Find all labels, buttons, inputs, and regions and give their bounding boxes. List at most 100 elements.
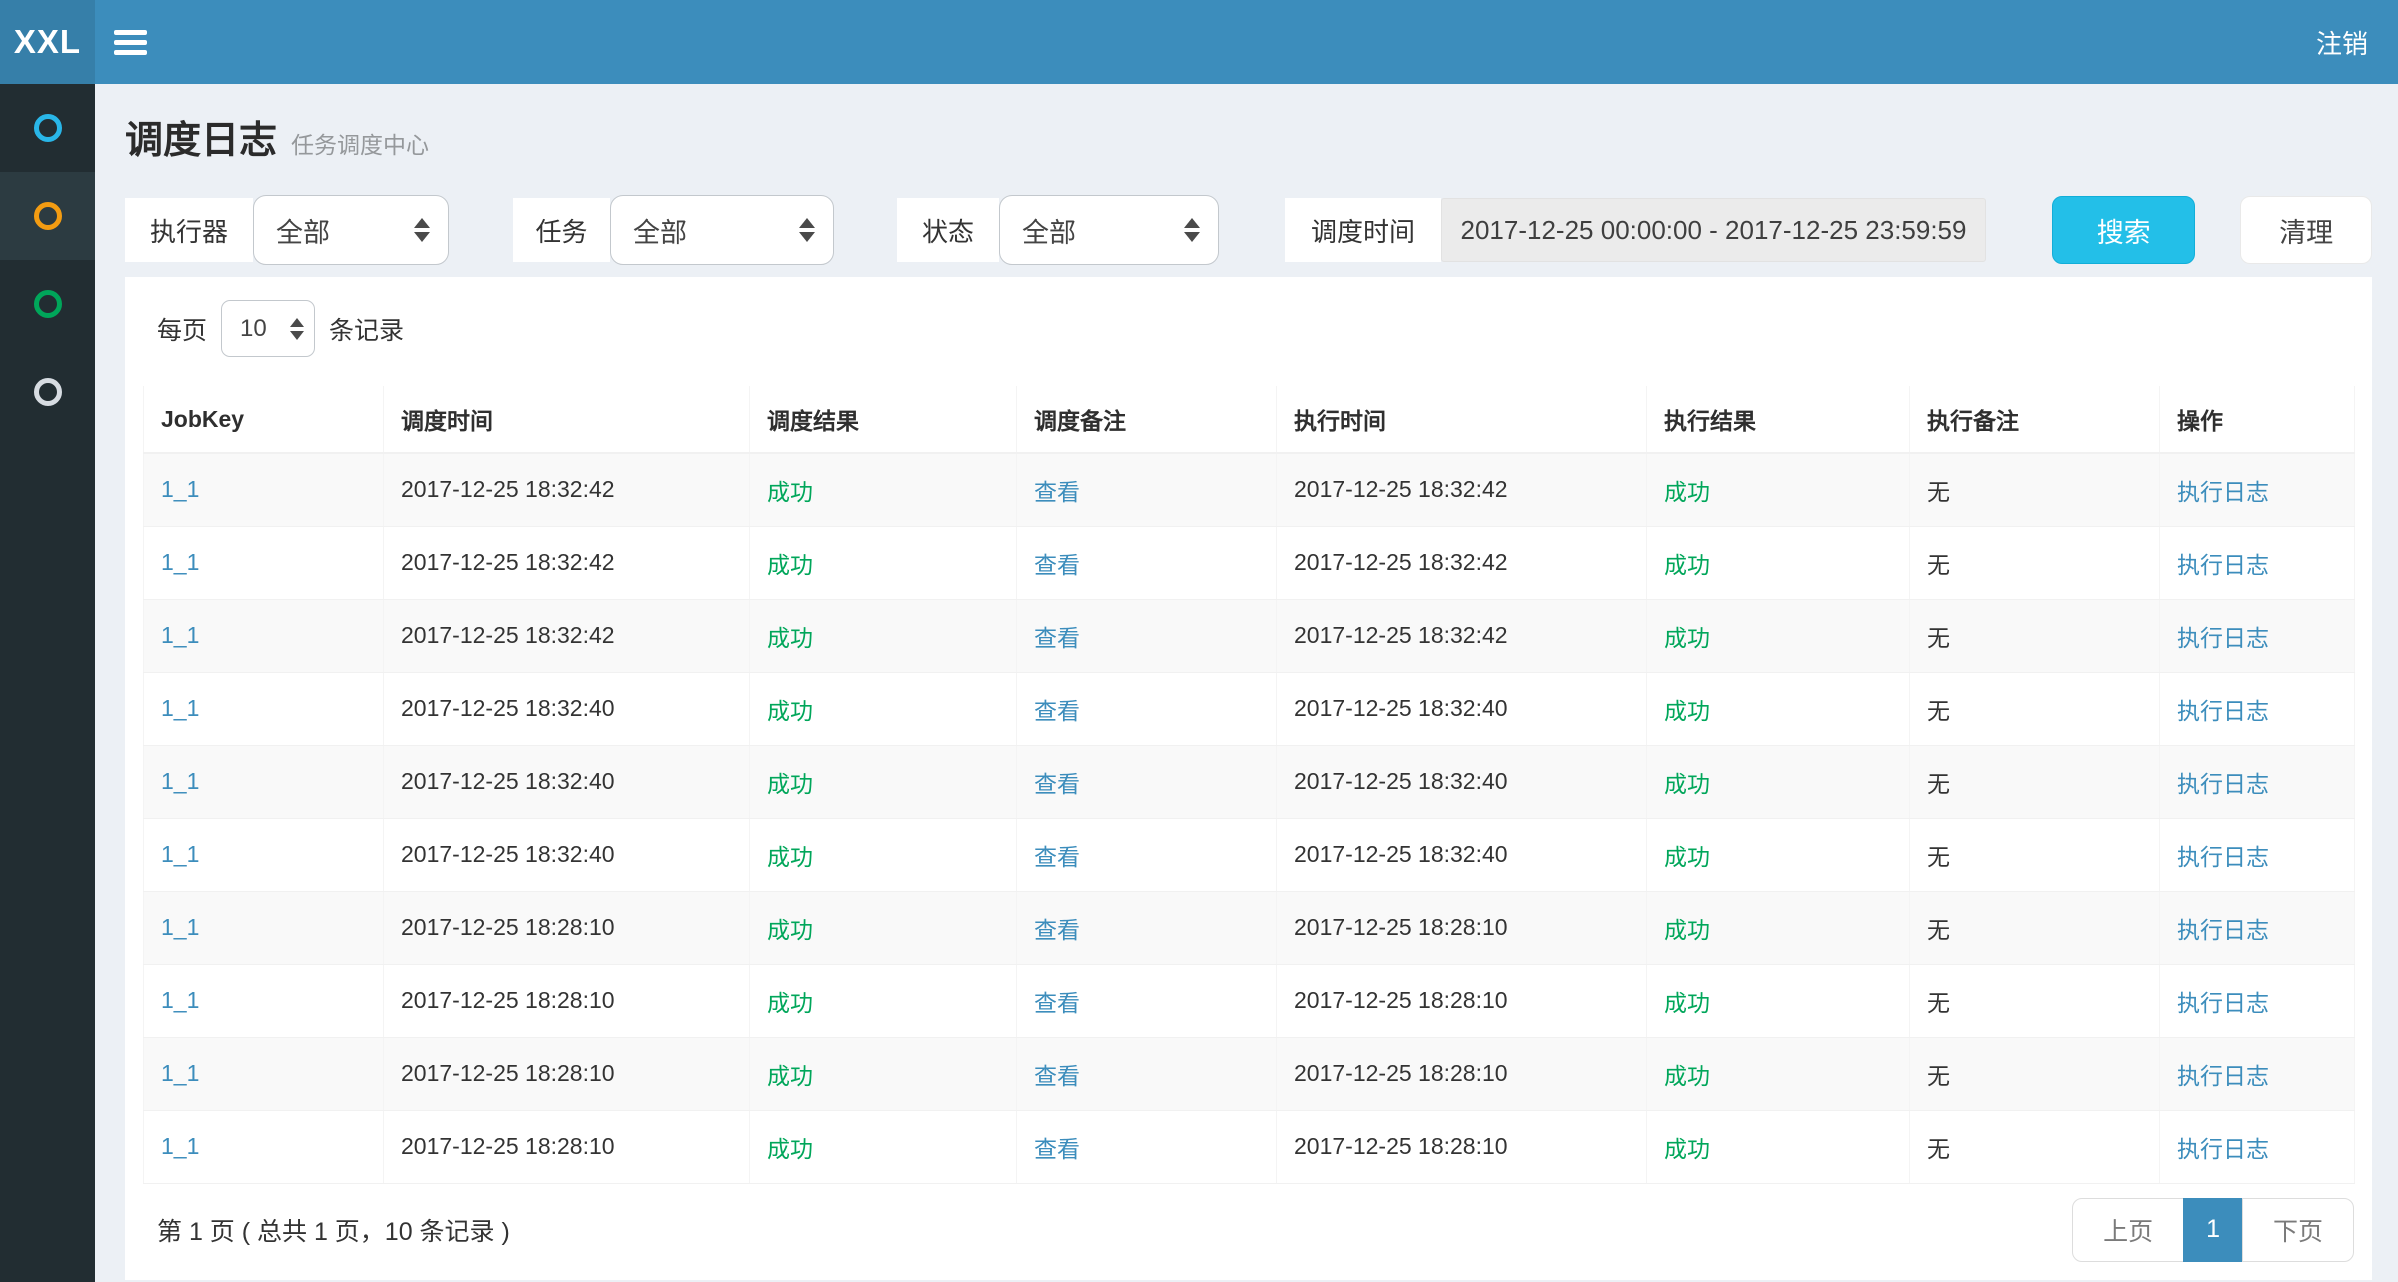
jobkey-link[interactable]: 1_1 [161,841,199,867]
view-trigger-msg-link[interactable]: 查看 [1034,625,1080,651]
execution-log-link[interactable]: 执行日志 [2177,771,2269,797]
handle-msg-cell: 无 [1910,964,2160,1037]
trigger-time-cell: 2017-12-25 18:32:42 [384,526,750,599]
sidebar-item-4[interactable] [0,348,95,436]
execution-log-link[interactable]: 执行日志 [2177,698,2269,724]
execution-log-link-cell: 执行日志 [2160,964,2355,1037]
log-row: 1_12017-12-25 18:28:10成功查看2017-12-25 18:… [144,891,2355,964]
view-trigger-msg-link[interactable]: 查看 [1034,771,1080,797]
select-arrows-icon [290,318,304,340]
view-trigger-msg-link[interactable]: 查看 [1034,1136,1080,1162]
trigger-time-range-input[interactable]: 2017-12-25 00:00:00 - 2017-12-25 23:59:5… [1441,198,1986,262]
handle-msg-cell: 无 [1910,526,2160,599]
handle-time-cell: 2017-12-25 18:28:10 [1277,1037,1647,1110]
trigger-result-cell: 成功 [750,745,1017,818]
handle-time-cell: 2017-12-25 18:32:40 [1277,818,1647,891]
view-trigger-msg-link[interactable]: 查看 [1034,552,1080,578]
view-trigger-msg-link[interactable]: 查看 [1034,917,1080,943]
execution-log-link[interactable]: 执行日志 [2177,479,2269,505]
trigger-result-cell: 成功 [750,891,1017,964]
page-size-control: 每页 10 条记录 [143,300,2354,357]
execution-log-link[interactable]: 执行日志 [2177,1136,2269,1162]
jobkey-link-cell: 1_1 [144,818,384,891]
trigger-time-cell: 2017-12-25 18:28:10 [384,891,750,964]
handle-result-cell: 成功 [1647,745,1910,818]
pagination-page-1-button[interactable]: 1 [2183,1198,2243,1262]
execution-log-link-cell: 执行日志 [2160,672,2355,745]
execution-log-link-cell: 执行日志 [2160,1037,2355,1110]
execution-log-link[interactable]: 执行日志 [2177,844,2269,870]
clear-button[interactable]: 清理 [2240,196,2372,264]
execution-log-link[interactable]: 执行日志 [2177,990,2269,1016]
job-select-value: 全部 [633,211,799,250]
jobkey-link[interactable]: 1_1 [161,914,199,940]
page-size-select[interactable]: 10 [221,300,315,357]
trigger-time-filter-group: 调度时间 2017-12-25 00:00:00 - 2017-12-25 23… [1285,198,1986,262]
view-trigger-msg-link[interactable]: 查看 [1034,1063,1080,1089]
logout-link[interactable]: 注销 [2286,0,2398,84]
view-trigger-msg-link-cell: 查看 [1017,453,1277,526]
status-select[interactable]: 全部 [999,195,1219,265]
column-header-handle-time: 执行时间 [1277,386,1647,453]
hamburger-icon [114,30,147,35]
jobkey-link[interactable]: 1_1 [161,476,199,502]
jobkey-link[interactable]: 1_1 [161,1060,199,1086]
page-size-select-value: 10 [240,315,290,343]
execution-log-link-cell: 执行日志 [2160,891,2355,964]
pagination: 上页 1 下页 [2072,1198,2354,1262]
job-select[interactable]: 全部 [610,195,834,265]
execution-log-link[interactable]: 执行日志 [2177,917,2269,943]
sidebar-toggle-button[interactable] [95,0,165,84]
handle-msg-cell: 无 [1910,745,2160,818]
execution-log-link-cell: 执行日志 [2160,745,2355,818]
jobkey-link[interactable]: 1_1 [161,549,199,575]
log-row: 1_12017-12-25 18:28:10成功查看2017-12-25 18:… [144,964,2355,1037]
execution-log-link-cell: 执行日志 [2160,453,2355,526]
jobkey-link[interactable]: 1_1 [161,987,199,1013]
trigger-result-cell: 成功 [750,599,1017,672]
pagination-prev-button[interactable]: 上页 [2072,1198,2184,1262]
view-trigger-msg-link[interactable]: 查看 [1034,844,1080,870]
trigger-time-cell: 2017-12-25 18:32:40 [384,818,750,891]
trigger-time-cell: 2017-12-25 18:32:40 [384,745,750,818]
execution-log-link[interactable]: 执行日志 [2177,552,2269,578]
app-logo[interactable]: XXL [0,0,95,84]
execution-log-link[interactable]: 执行日志 [2177,1063,2269,1089]
view-trigger-msg-link-cell: 查看 [1017,818,1277,891]
trigger-result-cell: 成功 [750,1037,1017,1110]
pagination-next-button[interactable]: 下页 [2242,1198,2354,1262]
jobkey-link-cell: 1_1 [144,1110,384,1183]
view-trigger-msg-link[interactable]: 查看 [1034,479,1080,505]
executor-select[interactable]: 全部 [253,195,449,265]
column-header-action: 操作 [2160,386,2355,453]
jobkey-link-cell: 1_1 [144,599,384,672]
sidebar-item-2[interactable] [0,172,95,260]
jobkey-link[interactable]: 1_1 [161,695,199,721]
jobkey-link[interactable]: 1_1 [161,622,199,648]
hamburger-icon [114,50,147,55]
view-trigger-msg-link[interactable]: 查看 [1034,698,1080,724]
execution-log-link-cell: 执行日志 [2160,1110,2355,1183]
jobkey-link[interactable]: 1_1 [161,1133,199,1159]
select-arrows-icon [414,218,430,242]
log-row: 1_12017-12-25 18:28:10成功查看2017-12-25 18:… [144,1037,2355,1110]
execution-log-link-cell: 执行日志 [2160,526,2355,599]
view-trigger-msg-link-cell: 查看 [1017,1037,1277,1110]
search-button[interactable]: 搜索 [2052,196,2195,264]
trigger-time-filter-label: 调度时间 [1285,198,1441,262]
page-subtitle: 任务调度中心 [291,126,429,160]
trigger-result-cell: 成功 [750,964,1017,1037]
page-size-prefix-label: 每页 [157,311,207,347]
handle-time-cell: 2017-12-25 18:32:42 [1277,599,1647,672]
jobkey-link-cell: 1_1 [144,526,384,599]
handle-result-cell: 成功 [1647,1037,1910,1110]
sidebar-item-3[interactable] [0,260,95,348]
table-footer: 第 1 页 ( 总共 1 页，10 条记录 ) 上页 1 下页 [143,1198,2354,1262]
jobkey-link[interactable]: 1_1 [161,768,199,794]
view-trigger-msg-link[interactable]: 查看 [1034,990,1080,1016]
execution-log-link[interactable]: 执行日志 [2177,625,2269,651]
view-trigger-msg-link-cell: 查看 [1017,964,1277,1037]
content-header: 调度日志 任务调度中心 [95,84,2398,162]
sidebar-item-1[interactable] [0,84,95,172]
view-trigger-msg-link-cell: 查看 [1017,672,1277,745]
